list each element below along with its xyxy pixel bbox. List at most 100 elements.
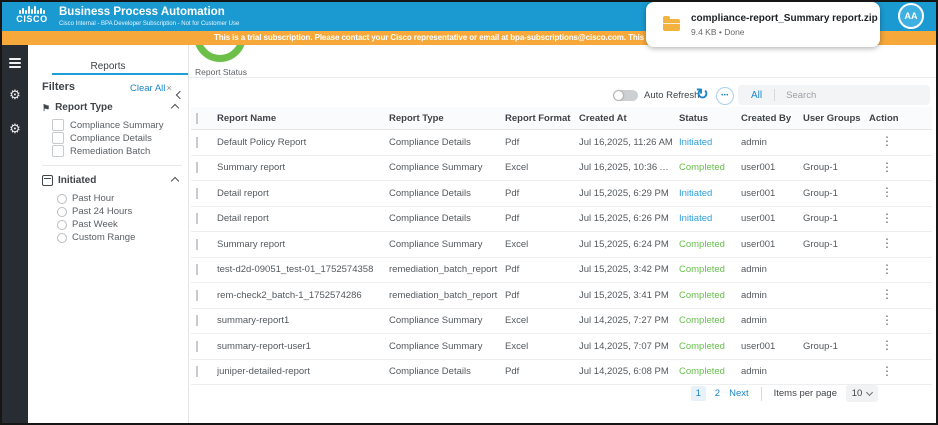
filters-panel: Reports Filters Clear All× ⚑ Report Type… bbox=[28, 45, 188, 423]
report-type: Compliance Summary bbox=[389, 162, 483, 174]
table-row[interactable]: test-d2d-09051_test-01_1752574358 remedi… bbox=[191, 257, 932, 283]
pagination: 1 2 Next Items per page 10 bbox=[690, 385, 878, 402]
report-type: Compliance Summary bbox=[389, 340, 483, 352]
divider bbox=[189, 77, 936, 78]
report-status: Completed bbox=[679, 366, 725, 378]
clear-all-link[interactable]: Clear All× bbox=[130, 83, 172, 94]
report-type: Compliance Details bbox=[389, 136, 471, 148]
kebab-menu-icon[interactable]: ⋮ bbox=[881, 238, 893, 250]
report-type: remediation_batch_report bbox=[389, 264, 498, 276]
user-groups: Group-1 bbox=[803, 187, 838, 199]
chevron-up-icon[interactable] bbox=[170, 176, 180, 185]
report-name: Detail report bbox=[217, 187, 269, 199]
download-toast[interactable]: compliance-report_Summary report.zip 9.4… bbox=[646, 2, 880, 47]
table-row[interactable]: summary-report-user1 Compliance Summary … bbox=[191, 334, 932, 360]
kebab-menu-icon[interactable]: ⋮ bbox=[881, 213, 893, 225]
kebab-menu-icon[interactable]: ⋮ bbox=[881, 187, 893, 199]
panel-divider bbox=[188, 45, 189, 423]
table-row[interactable]: Summary report Compliance Summary Excel … bbox=[191, 155, 932, 181]
row-checkbox[interactable] bbox=[196, 264, 198, 276]
checkbox[interactable] bbox=[52, 132, 64, 144]
report-status: Completed bbox=[679, 162, 725, 174]
filter-option-compliance-details: Compliance Details bbox=[52, 132, 152, 144]
report-name: summary-report1 bbox=[217, 315, 290, 327]
kebab-menu-icon[interactable]: ⋮ bbox=[881, 289, 893, 301]
report-type: remediation_batch_report bbox=[389, 289, 498, 301]
next-page-button[interactable]: Next bbox=[729, 388, 749, 399]
menu-icon[interactable] bbox=[9, 58, 21, 71]
radio-button[interactable] bbox=[57, 193, 67, 204]
kebab-menu-icon[interactable]: ⋮ bbox=[881, 340, 893, 352]
col-created-at: Created At bbox=[579, 112, 627, 124]
chevron-down-icon bbox=[866, 388, 874, 397]
avatar[interactable]: AA bbox=[898, 3, 924, 29]
table-row[interactable]: summary-report1 Compliance Summary Excel… bbox=[191, 308, 932, 334]
kebab-menu-icon[interactable]: ⋮ bbox=[881, 264, 893, 276]
filters-title: Filters bbox=[42, 81, 76, 93]
filter-option-compliance-summary: Compliance Summary bbox=[52, 119, 163, 131]
report-name: Detail report bbox=[217, 213, 269, 225]
radio-button[interactable] bbox=[57, 219, 67, 230]
created-at: Jul 15,2025, 6:24 PM bbox=[579, 238, 669, 250]
checkbox[interactable] bbox=[52, 119, 64, 131]
row-checkbox[interactable] bbox=[196, 213, 198, 225]
cisco-logo: CISCO bbox=[10, 5, 54, 24]
report-format: Excel bbox=[505, 162, 529, 174]
brand-name: CISCO bbox=[16, 14, 48, 24]
table-row[interactable]: Default Policy Report Compliance Details… bbox=[191, 130, 932, 156]
created-by: user001 bbox=[741, 187, 776, 199]
row-checkbox[interactable] bbox=[196, 187, 198, 199]
auto-refresh-label: Auto Refresh bbox=[644, 90, 700, 101]
created-at: Jul 16,2025, 11:26 AM bbox=[579, 136, 673, 148]
gear-icon[interactable]: ⚙ bbox=[2, 88, 28, 101]
kebab-menu-icon[interactable]: ⋮ bbox=[881, 366, 893, 378]
radio-button[interactable] bbox=[57, 232, 67, 243]
table-row[interactable]: Detail report Compliance Details Pdf Jul… bbox=[191, 181, 932, 207]
tab-reports[interactable]: Reports bbox=[28, 61, 188, 72]
kebab-menu-icon[interactable]: ⋮ bbox=[881, 315, 893, 327]
col-user-groups: User Groups bbox=[803, 112, 861, 124]
row-checkbox[interactable] bbox=[196, 238, 198, 250]
table-row[interactable]: Summary report Compliance Summary Excel … bbox=[191, 232, 932, 258]
col-report-format: Report Format bbox=[505, 112, 571, 124]
filter-option-custom-range: Custom Range bbox=[57, 232, 135, 243]
page-title: Business Process Automation bbox=[59, 6, 225, 18]
auto-refresh-toggle[interactable] bbox=[613, 90, 638, 101]
search-input[interactable] bbox=[775, 88, 919, 102]
report-status: Completed bbox=[679, 289, 725, 301]
select-all-checkbox[interactable] bbox=[196, 112, 198, 124]
page-2-button[interactable]: 2 bbox=[715, 388, 720, 399]
row-checkbox[interactable] bbox=[196, 162, 198, 174]
report-type: Compliance Details bbox=[389, 187, 471, 199]
radio-button[interactable] bbox=[57, 206, 67, 217]
refresh-icon[interactable]: ↻ bbox=[696, 85, 709, 103]
col-report-name: Report Name bbox=[217, 112, 277, 124]
row-checkbox[interactable] bbox=[196, 136, 198, 148]
filter-section-initiated[interactable]: Initiated bbox=[42, 175, 180, 186]
created-by: user001 bbox=[741, 238, 776, 250]
row-checkbox[interactable] bbox=[196, 315, 198, 327]
settings-gear-icon[interactable]: ⚙ bbox=[2, 122, 28, 135]
more-options-icon[interactable]: ••• bbox=[716, 87, 734, 105]
row-checkbox[interactable] bbox=[196, 289, 198, 301]
trial-banner-text: This is a trial subscription. Please con… bbox=[214, 33, 685, 42]
table-row[interactable]: Detail report Compliance Details Pdf Jul… bbox=[191, 206, 932, 232]
row-checkbox[interactable] bbox=[196, 366, 198, 378]
table-header-row: Report Name Report Type Report Format Cr… bbox=[191, 107, 932, 130]
created-at: Jul 14,2025, 7:27 PM bbox=[579, 315, 669, 327]
filter-section-report-type[interactable]: ⚑ Report Type bbox=[42, 102, 180, 113]
row-checkbox[interactable] bbox=[196, 340, 198, 352]
col-status: Status bbox=[679, 112, 709, 124]
items-per-page-select[interactable]: 10 bbox=[846, 385, 878, 402]
table-row[interactable]: juniper-detailed-report Compliance Detai… bbox=[191, 359, 932, 385]
table-row[interactable]: rem-check2_batch-1_1752574286 remediatio… bbox=[191, 283, 932, 309]
kebab-menu-icon[interactable]: ⋮ bbox=[881, 136, 893, 148]
filter-all-tab[interactable]: All bbox=[738, 90, 774, 101]
created-by: user001 bbox=[741, 213, 776, 225]
kebab-menu-icon[interactable]: ⋮ bbox=[881, 162, 893, 174]
page-1-button[interactable]: 1 bbox=[690, 386, 706, 401]
collapse-panel-icon[interactable] bbox=[175, 85, 185, 103]
chevron-up-icon[interactable] bbox=[170, 103, 180, 112]
report-status: Completed bbox=[679, 340, 725, 352]
checkbox[interactable] bbox=[52, 145, 64, 157]
